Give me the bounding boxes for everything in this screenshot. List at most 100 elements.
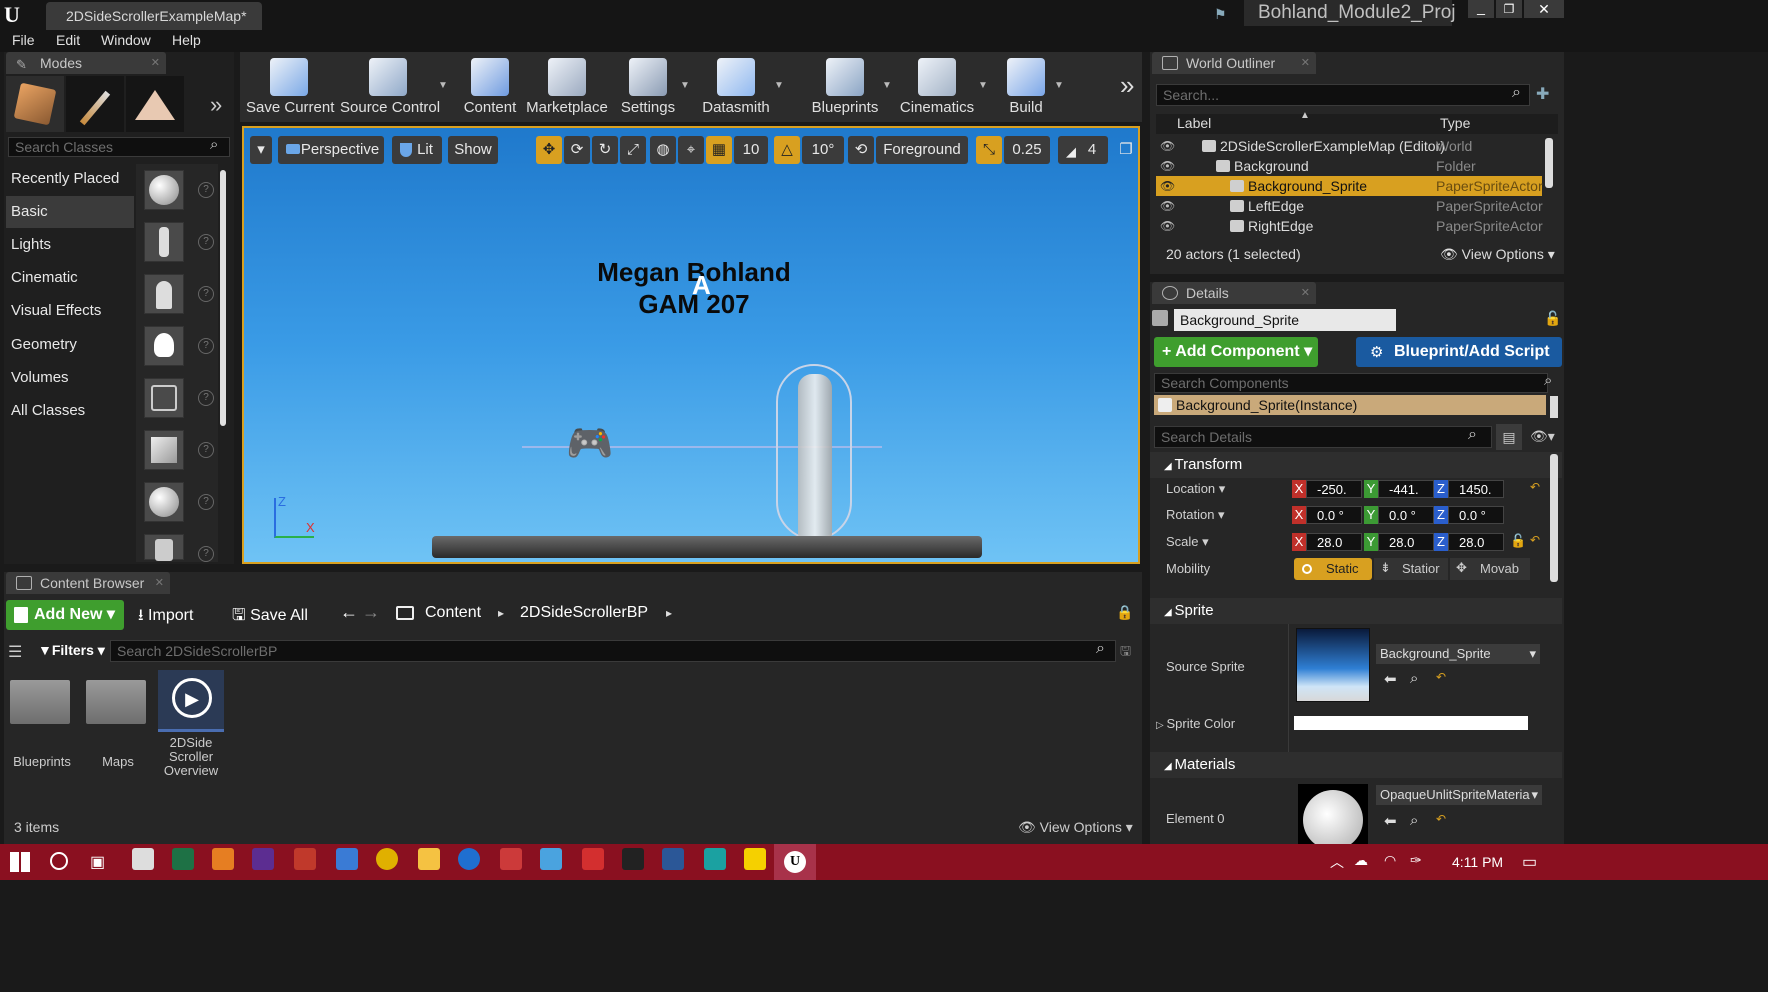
sprite-section[interactable]: ◢ Sprite	[1150, 598, 1562, 624]
world-space-icon[interactable]: ◍	[650, 136, 676, 164]
close-window-button[interactable]: ✕	[1524, 0, 1564, 18]
column-type[interactable]: Type	[1440, 115, 1470, 131]
scale-y-field[interactable]: 28.0	[1378, 533, 1434, 551]
notifications-icon[interactable]: ▭	[1522, 852, 1537, 872]
scale-corner-tool[interactable]: ⤢	[620, 136, 646, 164]
content-search-input[interactable]: Search 2DSideScrollerBP	[110, 640, 1116, 662]
rotation-x-field[interactable]: 0.0 °	[1306, 506, 1362, 524]
materials-section[interactable]: ◢ Materials	[1150, 752, 1562, 778]
category-all-classes[interactable]: All Classes	[6, 395, 134, 427]
import-button[interactable]: ⭳ Import	[138, 604, 193, 631]
details-tab[interactable]: Details ✕	[1152, 282, 1316, 304]
unreal-taskbar-button[interactable]: U	[774, 844, 816, 880]
more-modes-icon[interactable]: »	[210, 92, 222, 118]
character-mannequin[interactable]	[798, 374, 832, 538]
visibility-eye-icon[interactable]: 👁	[1160, 196, 1175, 216]
viewport[interactable]: ▾ Perspective Lit Show ✥ ⟳ ↻ ⤢ ◍ ⌖ ▦ 10 …	[242, 126, 1140, 564]
actor-thumbnail-sphere-2[interactable]	[144, 482, 184, 522]
help-icon[interactable]: ?	[198, 286, 214, 302]
browse-icon[interactable]: ⌕	[1410, 812, 1418, 829]
world-outliner-tab[interactable]: World Outliner ✕	[1152, 52, 1316, 74]
actor-name-field[interactable]: Background_Sprite	[1174, 309, 1396, 331]
paint-mode-button[interactable]	[66, 76, 124, 132]
breadcrumb-2dsidescrollerbp[interactable]: 2DSideScrollerBP	[520, 604, 648, 622]
menu-help[interactable]: Help	[172, 32, 201, 48]
modes-tab[interactable]: ✎ Modes ✕	[6, 52, 166, 74]
search-classes-input[interactable]: Search Classes	[8, 137, 230, 157]
location-y-field[interactable]: -441.	[1378, 480, 1434, 498]
component-instance-row[interactable]: Background_Sprite(Instance)	[1154, 395, 1546, 415]
save-current-button[interactable]: Save Current	[246, 52, 334, 122]
actor-thumbnail-sphere[interactable]	[144, 170, 184, 210]
components-scrollbar[interactable]	[1550, 396, 1558, 418]
source-sprite-thumbnail[interactable]	[1296, 628, 1370, 702]
acrobat-icon[interactable]	[582, 848, 604, 870]
outliner-row[interactable]: 👁 2DSideScrollerExampleMap (Editor) World	[1156, 136, 1542, 156]
reset-location-icon[interactable]: ↶	[1530, 480, 1540, 494]
source-sprite-dropdown[interactable]: Background_Sprite ▾	[1376, 644, 1540, 664]
outliner-row[interactable]: 👁 LeftEdge PaperSpriteActor	[1156, 196, 1543, 216]
eye-icon[interactable]: 👁▾	[1530, 428, 1555, 445]
search-components-input[interactable]: Search Components	[1154, 373, 1548, 393]
scale-snap-icon[interactable]: ⤡	[976, 136, 1002, 164]
surface-snap-icon[interactable]: ⌖	[678, 136, 704, 164]
filters-button[interactable]: ▼Filters ▾	[38, 642, 105, 659]
clock[interactable]: 4:11 PM	[1452, 854, 1503, 870]
category-basic[interactable]: Basic	[6, 196, 134, 228]
menu-window[interactable]: Window	[101, 32, 151, 48]
grid-snap-icon[interactable]: ▦	[706, 136, 732, 164]
blueprint-add-script-button[interactable]: Blueprint/Add Script	[1356, 337, 1562, 367]
rotation-snap-value[interactable]: 10°	[802, 136, 844, 164]
add-actor-icon[interactable]: ✚	[1536, 84, 1549, 104]
visibility-eye-icon[interactable]: 👁	[1160, 216, 1175, 236]
app-icon[interactable]	[704, 848, 726, 870]
player-start-icon[interactable]: 🎮	[566, 422, 614, 472]
sprite-color-swatch[interactable]	[1294, 716, 1528, 730]
actor-thumbnail-character[interactable]	[144, 222, 184, 262]
app-icon[interactable]	[336, 848, 358, 870]
toolbar-overflow-icon[interactable]: »	[1120, 70, 1134, 101]
actor-thumbnail-pawn[interactable]	[144, 274, 184, 314]
content-view-options[interactable]: 👁 View Options ▾	[1018, 819, 1133, 836]
outliner-row[interactable]: 👁 RightEdge PaperSpriteActor	[1156, 216, 1543, 236]
outliner-view-options[interactable]: 👁 View Options ▾	[1440, 246, 1555, 263]
store-icon[interactable]	[294, 848, 316, 870]
outliner-row[interactable]: 👁 Background_Sprite PaperSpriteActor	[1156, 176, 1543, 196]
property-matrix-icon[interactable]: ▤	[1496, 424, 1522, 450]
save-search-icon[interactable]: 🖫	[1120, 642, 1131, 664]
blueprints-button[interactable]: Blueprints	[810, 52, 880, 122]
datasmith-button[interactable]: Datasmith	[700, 52, 772, 122]
reset-icon[interactable]: ↶	[1436, 812, 1446, 826]
calculator-icon[interactable]	[132, 848, 154, 870]
visibility-eye-icon[interactable]: 👁	[1160, 136, 1175, 156]
asset-item-overview[interactable]: ▶ 2DSide Scroller Overview	[158, 670, 224, 780]
app-icon[interactable]	[540, 848, 562, 870]
save-all-button[interactable]: 🖫 Save All	[232, 604, 308, 631]
onedrive-icon[interactable]: ☁	[1354, 852, 1368, 869]
close-icon[interactable]: ✕	[151, 52, 160, 74]
lock-icon[interactable]: 🔒	[1116, 604, 1133, 621]
help-icon[interactable]: ?	[198, 390, 214, 406]
maximize-button[interactable]: ❐	[1496, 0, 1522, 18]
pen-icon[interactable]: ✑	[1410, 852, 1422, 869]
material-thumbnail[interactable]	[1298, 784, 1368, 844]
sources-toggle-icon[interactable]: ☰	[8, 642, 22, 662]
media-icon[interactable]	[212, 848, 234, 870]
minimize-button[interactable]: _	[1468, 0, 1494, 18]
close-icon[interactable]: ✕	[1301, 52, 1310, 74]
file-explorer-icon[interactable]	[418, 848, 440, 870]
search-details-input[interactable]: Search Details	[1154, 426, 1492, 448]
column-label[interactable]: Label	[1177, 115, 1211, 131]
folder-item-maps[interactable]: Maps	[86, 676, 150, 769]
breadcrumb-content[interactable]: Content	[425, 604, 481, 622]
help-icon[interactable]: ?	[198, 234, 214, 250]
unreal-logo-icon[interactable]: U	[4, 3, 28, 27]
add-component-button[interactable]: + Add Component ▾	[1154, 337, 1318, 367]
marketplace-button[interactable]: Marketplace	[526, 52, 608, 122]
platform[interactable]	[432, 536, 982, 558]
viewport-options-button[interactable]: ▾	[250, 136, 272, 164]
location-x-field[interactable]: -250.	[1306, 480, 1362, 498]
chevron-down-icon[interactable]: ▼	[680, 80, 690, 91]
folder-item-blueprints[interactable]: Blueprints	[10, 676, 74, 769]
transform-section[interactable]: ◢ Transform	[1150, 452, 1562, 478]
